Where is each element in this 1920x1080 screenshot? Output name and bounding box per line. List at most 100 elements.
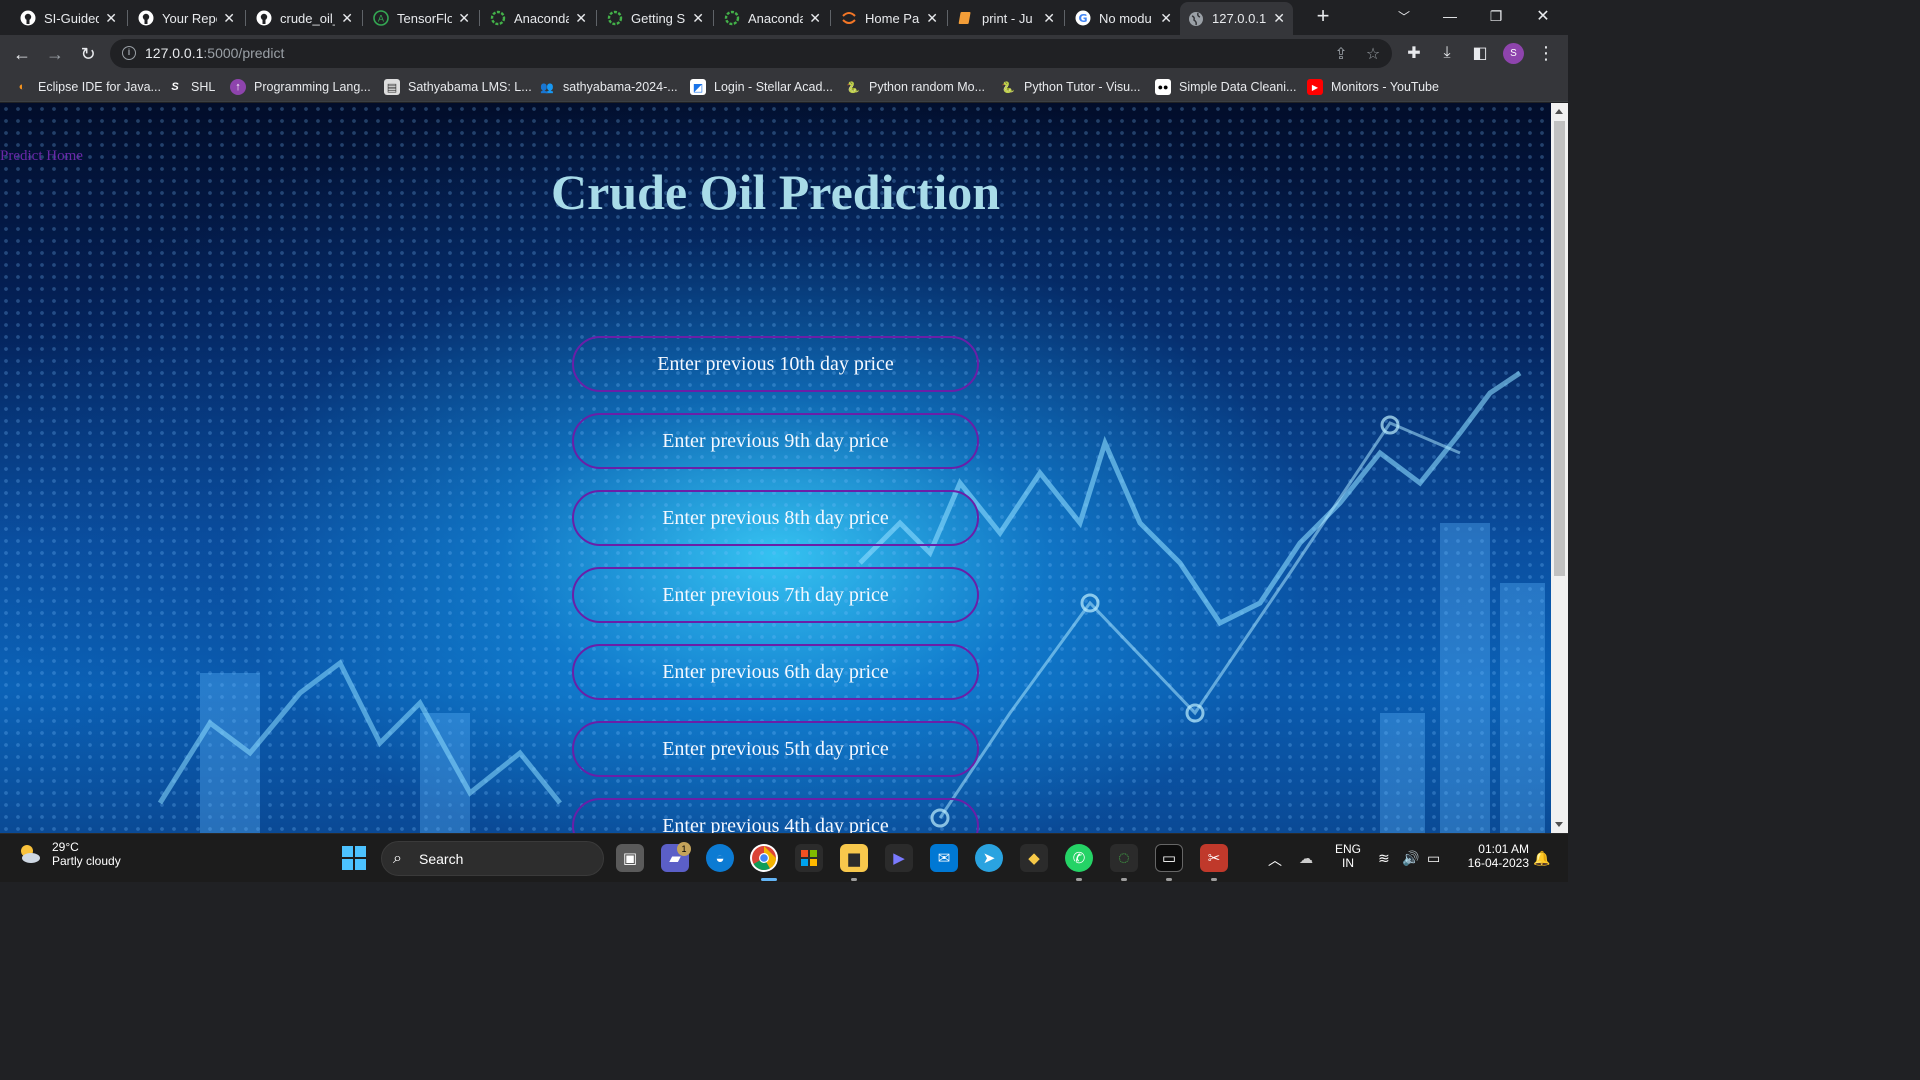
tab-search-chevron-icon[interactable]: ﹀: [1381, 0, 1427, 32]
chrome-browser-icon[interactable]: [750, 844, 778, 872]
tray-overflow-chevron-icon[interactable]: ︿: [1268, 850, 1282, 870]
file-explorer-icon[interactable]: ▆: [840, 844, 868, 872]
search-icon: ⌕: [393, 850, 402, 867]
price-input-day-4[interactable]: [572, 798, 979, 833]
snipping-tool-icon[interactable]: ✂: [1200, 844, 1228, 872]
bookmark-stellar[interactable]: ◩ Login - Stellar Acad...: [690, 78, 833, 96]
price-input-day-7[interactable]: [572, 567, 979, 623]
back-button[interactable]: ←: [8, 40, 36, 68]
price-input-day-9[interactable]: [572, 413, 979, 469]
tab-your-repo[interactable]: Your Repo ✕: [130, 4, 243, 32]
clock[interactable]: 01:01 AM 16-04-2023: [1453, 842, 1529, 870]
taskbar-search-box[interactable]: ⌕ Search: [381, 841, 604, 876]
volume-icon[interactable]: 🔊: [1402, 850, 1419, 867]
close-icon[interactable]: ✕: [458, 10, 470, 27]
notification-bell-icon[interactable]: 🔔: [1533, 850, 1550, 867]
close-icon[interactable]: ✕: [575, 10, 587, 27]
youtube-icon: ▶: [1307, 79, 1323, 95]
close-icon[interactable]: ✕: [223, 10, 235, 27]
bookmark-shl[interactable]: S SHL: [167, 78, 215, 96]
tab-anaconda-2[interactable]: Anaconda ✕: [716, 4, 829, 32]
anaconda-icon: [490, 10, 506, 26]
mail-icon[interactable]: ✉: [930, 844, 958, 872]
bookmark-python-tutor[interactable]: 🐍 Python Tutor - Visu...: [1000, 78, 1140, 96]
close-icon[interactable]: ✕: [105, 10, 117, 27]
download-icon[interactable]: ⤓: [1435, 41, 1459, 65]
share-icon[interactable]: ⇪: [1332, 45, 1350, 63]
tab-getting-started[interactable]: Getting S ✕: [599, 4, 712, 32]
bluestacks-icon[interactable]: ◆: [1020, 844, 1048, 872]
page-title: Crude Oil Prediction: [550, 164, 1001, 220]
close-icon[interactable]: ✕: [1273, 10, 1285, 27]
close-icon[interactable]: ✕: [341, 10, 353, 27]
language-code: ENG: [1334, 842, 1361, 856]
minimize-button[interactable]: —: [1427, 0, 1473, 32]
teams-notification-badge: 1: [677, 842, 691, 856]
tab-anaconda-1[interactable]: Anaconda ✕: [482, 4, 595, 32]
scroll-thumb[interactable]: [1554, 121, 1565, 576]
bookmark-youtube[interactable]: ▶ Monitors - YouTube: [1307, 78, 1439, 96]
svg-text:A: A: [378, 15, 385, 25]
language-indicator[interactable]: ENG IN: [1330, 842, 1366, 870]
new-tab-button[interactable]: +: [1300, 0, 1346, 32]
reload-button[interactable]: ↻: [74, 40, 102, 68]
close-icon[interactable]: ✕: [692, 10, 704, 27]
browser-toolbar: ← → ↻ i 127.0.0.1:5000/predict ⇪ ☆ ✚ ⤓ ◧…: [0, 35, 1568, 72]
weather-widget[interactable]: 29°C Partly cloudy: [16, 840, 121, 868]
close-icon[interactable]: ✕: [1160, 10, 1172, 27]
windows-start-button[interactable]: [342, 846, 366, 870]
scroll-up-arrow-icon[interactable]: [1555, 109, 1563, 114]
wifi-icon[interactable]: ≋: [1378, 850, 1390, 867]
anaconda-navigator-icon[interactable]: ◌: [1110, 844, 1138, 872]
terminal-icon[interactable]: ▭: [1155, 844, 1183, 872]
tab-title: Getting S: [631, 10, 686, 26]
extensions-puzzle-icon[interactable]: ✚: [1402, 41, 1426, 65]
scroll-down-arrow-icon[interactable]: [1555, 822, 1563, 827]
tab-home-page[interactable]: Home Pa ✕: [833, 4, 946, 32]
restore-button[interactable]: ❐: [1473, 0, 1519, 32]
battery-icon[interactable]: ▭: [1427, 850, 1440, 867]
anaconda-icon: [607, 10, 623, 26]
task-view-icon[interactable]: ▣: [616, 844, 644, 872]
price-input-day-8[interactable]: [572, 490, 979, 546]
tab-no-module[interactable]: G No modu ✕: [1067, 4, 1180, 32]
close-window-button[interactable]: ✕: [1520, 0, 1566, 32]
forward-button[interactable]: →: [41, 40, 69, 68]
bookmark-label: SHL: [191, 80, 216, 94]
edge-browser-icon[interactable]: ◒: [706, 844, 734, 872]
profile-avatar[interactable]: S: [1503, 43, 1524, 64]
media-player-icon[interactable]: ▶: [885, 844, 913, 872]
tab-crude-oil[interactable]: crude_oil_ ✕: [248, 4, 361, 32]
address-bar[interactable]: i 127.0.0.1:5000/predict ⇪ ☆: [110, 39, 1392, 68]
whatsapp-icon[interactable]: ✆: [1065, 844, 1093, 872]
onedrive-error-icon[interactable]: ☁: [1299, 850, 1313, 867]
side-panel-icon[interactable]: ◧: [1468, 41, 1492, 65]
price-input-day-10[interactable]: [572, 336, 979, 392]
tensorflow-icon: A: [373, 10, 389, 26]
close-icon[interactable]: ✕: [926, 10, 938, 27]
tab-print-jupyter[interactable]: print - Ju ✕: [950, 4, 1063, 32]
shl-icon: S: [171, 81, 179, 93]
page-scrollbar[interactable]: [1551, 103, 1568, 833]
tab-si-guided[interactable]: SI-Guided ✕: [12, 4, 125, 32]
tab-tensorflow[interactable]: A TensorFlo ✕: [365, 4, 478, 32]
price-input-day-6[interactable]: [572, 644, 979, 700]
bookmark-programming[interactable]: ↑ Programming Lang...: [230, 78, 371, 96]
close-icon[interactable]: ✕: [1043, 10, 1055, 27]
bookmark-sathyabama-lms[interactable]: ▤ Sathyabama LMS: L...: [384, 78, 532, 96]
tab-active-localhost[interactable]: 127.0.0.1: ✕: [1180, 2, 1293, 35]
url-text[interactable]: 127.0.0.1:5000/predict: [145, 45, 284, 61]
bookmark-python-random[interactable]: 🐍 Python random Mo...: [845, 78, 985, 96]
site-info-icon[interactable]: i: [122, 46, 136, 60]
price-input-day-5[interactable]: [572, 721, 979, 777]
microsoft-store-icon[interactable]: [795, 844, 823, 872]
bookmark-star-icon[interactable]: ☆: [1364, 45, 1382, 63]
bookmark-sathyabama-2024[interactable]: 👥 sathyabama-2024-...: [539, 78, 678, 96]
bookmark-eclipse[interactable]: ◐ Eclipse IDE for Java...: [14, 78, 161, 96]
weather-condition: Partly cloudy: [52, 854, 121, 868]
close-icon[interactable]: ✕: [809, 10, 821, 27]
menu-kebab-icon[interactable]: ⋮: [1534, 41, 1558, 65]
telegram-icon[interactable]: ➤: [975, 844, 1003, 872]
bookmark-data-cleaning[interactable]: ●● Simple Data Cleani...: [1155, 78, 1296, 96]
python-icon: 🐍: [846, 81, 860, 94]
